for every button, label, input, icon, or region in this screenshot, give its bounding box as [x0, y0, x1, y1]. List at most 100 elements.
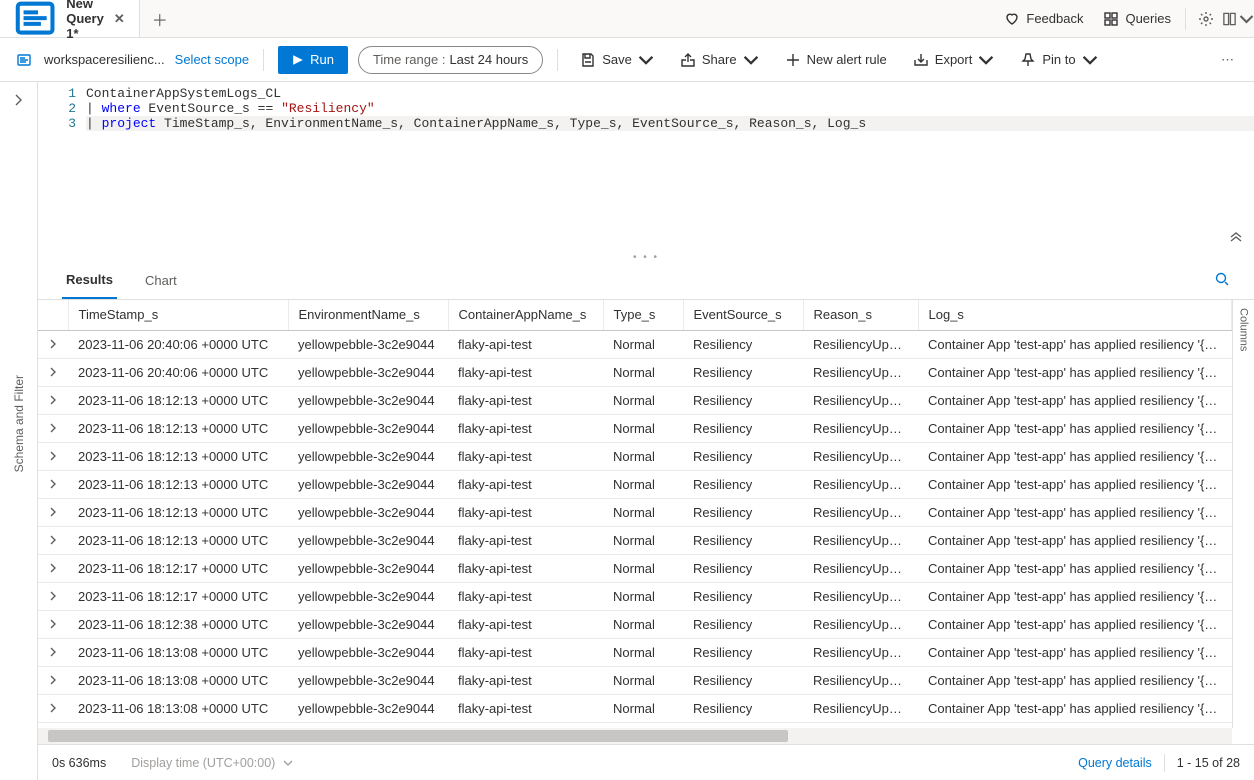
- table-row[interactable]: 2023-11-06 20:40:06 +0000 UTCyellowpebbl…: [38, 330, 1232, 358]
- cell: Resiliency: [683, 330, 803, 358]
- cell: Container App 'test-app' has applied res…: [918, 582, 1232, 610]
- expand-row-button[interactable]: [38, 442, 68, 470]
- schema-filter-tab[interactable]: Schema and Filter: [12, 375, 26, 472]
- expand-row-button[interactable]: [38, 358, 68, 386]
- table-row[interactable]: 2023-11-06 18:12:17 +0000 UTCyellowpebbl…: [38, 554, 1232, 582]
- query-details-link[interactable]: Query details: [1078, 756, 1152, 770]
- table-row[interactable]: 2023-11-06 18:13:08 +0000 UTCyellowpebbl…: [38, 666, 1232, 694]
- display-time[interactable]: Display time (UTC+00:00): [131, 756, 293, 770]
- expand-row-button[interactable]: [38, 666, 68, 694]
- close-tab-icon[interactable]: ✕: [112, 9, 127, 29]
- query-tab[interactable]: New Query 1* ✕: [0, 0, 140, 37]
- column-header[interactable]: ContainerAppName_s: [448, 300, 603, 330]
- collapse-editor-button[interactable]: [1230, 230, 1242, 246]
- cell: Normal: [603, 666, 683, 694]
- expand-row-button[interactable]: [38, 386, 68, 414]
- search-button[interactable]: [1214, 271, 1230, 290]
- new-alert-label: New alert rule: [807, 52, 887, 67]
- workspace-name[interactable]: workspaceresilienc...: [44, 52, 165, 67]
- workbook-button[interactable]: [1222, 3, 1254, 35]
- column-header[interactable]: Type_s: [603, 300, 683, 330]
- cell: 2023-11-06 18:12:17 +0000 UTC: [68, 582, 288, 610]
- select-scope-link[interactable]: Select scope: [175, 52, 249, 67]
- tab-chart[interactable]: Chart: [141, 262, 181, 299]
- run-button[interactable]: Run: [278, 46, 348, 74]
- feedback-link[interactable]: Feedback: [994, 0, 1093, 37]
- expand-row-button[interactable]: [38, 470, 68, 498]
- expand-row-button[interactable]: [38, 498, 68, 526]
- cell: Normal: [603, 638, 683, 666]
- query-editor[interactable]: 123 ContainerAppSystemLogs_CL| where Eve…: [38, 82, 1254, 252]
- queries-link[interactable]: Queries: [1093, 0, 1181, 37]
- cell: flaky-api-test: [448, 498, 603, 526]
- expand-row-button[interactable]: [38, 330, 68, 358]
- columns-panel-toggle[interactable]: Columns: [1232, 300, 1254, 728]
- queries-icon: [1103, 11, 1119, 27]
- cell: Container App 'test-app' has applied res…: [918, 610, 1232, 638]
- table-row[interactable]: 2023-11-06 18:12:13 +0000 UTCyellowpebbl…: [38, 442, 1232, 470]
- cell: Resiliency: [683, 414, 803, 442]
- cell: flaky-api-test: [448, 358, 603, 386]
- new-alert-button[interactable]: New alert rule: [777, 44, 895, 76]
- save-button[interactable]: Save: [572, 44, 662, 76]
- expand-row-button[interactable]: [38, 414, 68, 442]
- table-row[interactable]: 2023-11-06 20:40:06 +0000 UTCyellowpebbl…: [38, 358, 1232, 386]
- expand-row-button[interactable]: [38, 582, 68, 610]
- column-header[interactable]: Reason_s: [803, 300, 918, 330]
- cell: Resiliency: [683, 582, 803, 610]
- table-row[interactable]: 2023-11-06 18:12:13 +0000 UTCyellowpebbl…: [38, 470, 1232, 498]
- table-row[interactable]: 2023-11-06 18:12:13 +0000 UTCyellowpebbl…: [38, 414, 1232, 442]
- line-gutter: 123: [38, 82, 86, 252]
- separator: [263, 49, 264, 71]
- cell: Container App 'test-app' has applied res…: [918, 498, 1232, 526]
- export-button[interactable]: Export: [905, 44, 1003, 76]
- table-row[interactable]: 2023-11-06 18:12:13 +0000 UTCyellowpebbl…: [38, 386, 1232, 414]
- column-header[interactable]: TimeStamp_s: [68, 300, 288, 330]
- chevron-down-icon: [1239, 11, 1254, 27]
- settings-button[interactable]: [1190, 3, 1222, 35]
- cell: flaky-api-test: [448, 526, 603, 554]
- time-range-picker[interactable]: Time range : Last 24 hours: [358, 46, 543, 74]
- expand-sidebar-button[interactable]: [7, 88, 31, 115]
- expand-row-button[interactable]: [38, 526, 68, 554]
- table-row[interactable]: 2023-11-06 18:12:13 +0000 UTCyellowpebbl…: [38, 498, 1232, 526]
- cell: 2023-11-06 18:12:38 +0000 UTC: [68, 610, 288, 638]
- column-header[interactable]: [38, 300, 68, 330]
- share-button[interactable]: Share: [672, 44, 767, 76]
- tab-results[interactable]: Results: [62, 262, 117, 299]
- code-area[interactable]: ContainerAppSystemLogs_CL| where EventSo…: [86, 82, 1254, 252]
- export-icon: [913, 52, 929, 68]
- cell: flaky-api-test: [448, 442, 603, 470]
- table-row[interactable]: 2023-11-06 18:13:08 +0000 UTCyellowpebbl…: [38, 638, 1232, 666]
- scrollbar-thumb[interactable]: [48, 730, 788, 742]
- cell: flaky-api-test: [448, 638, 603, 666]
- expand-row-button[interactable]: [38, 694, 68, 722]
- save-icon: [580, 52, 596, 68]
- more-button[interactable]: ⋯: [1212, 44, 1244, 76]
- cell: ResiliencyUpdate: [803, 526, 918, 554]
- cell: 2023-11-06 18:13:08 +0000 UTC: [68, 694, 288, 722]
- toolbar: workspaceresilienc... Select scope Run T…: [0, 38, 1254, 82]
- chevron-down-icon: [1082, 52, 1098, 68]
- new-tab-button[interactable]: ＋: [140, 7, 180, 31]
- expand-row-button[interactable]: [38, 610, 68, 638]
- table-row[interactable]: 2023-11-06 18:12:38 +0000 UTCyellowpebbl…: [38, 610, 1232, 638]
- sidebar: Schema and Filter: [0, 82, 38, 780]
- table-row[interactable]: 2023-11-06 18:12:17 +0000 UTCyellowpebbl…: [38, 582, 1232, 610]
- logs-icon: [12, 0, 58, 42]
- expand-row-button[interactable]: [38, 638, 68, 666]
- column-header[interactable]: EnvironmentName_s: [288, 300, 448, 330]
- table-row[interactable]: 2023-11-06 18:13:08 +0000 UTCyellowpebbl…: [38, 694, 1232, 722]
- cell: 2023-11-06 18:12:17 +0000 UTC: [68, 554, 288, 582]
- cell: Container App 'test-app' has applied res…: [918, 442, 1232, 470]
- cell: yellowpebble-3c2e9044: [288, 610, 448, 638]
- cell: ResiliencyUpdate: [803, 470, 918, 498]
- cell: 2023-11-06 18:13:08 +0000 UTC: [68, 638, 288, 666]
- expand-row-button[interactable]: [38, 554, 68, 582]
- pin-button[interactable]: Pin to: [1012, 44, 1105, 76]
- horizontal-scrollbar[interactable]: [38, 728, 1232, 744]
- column-header[interactable]: EventSource_s: [683, 300, 803, 330]
- splitter[interactable]: • • •: [38, 252, 1254, 262]
- table-row[interactable]: 2023-11-06 18:12:13 +0000 UTCyellowpebbl…: [38, 526, 1232, 554]
- column-header[interactable]: Log_s: [918, 300, 1232, 330]
